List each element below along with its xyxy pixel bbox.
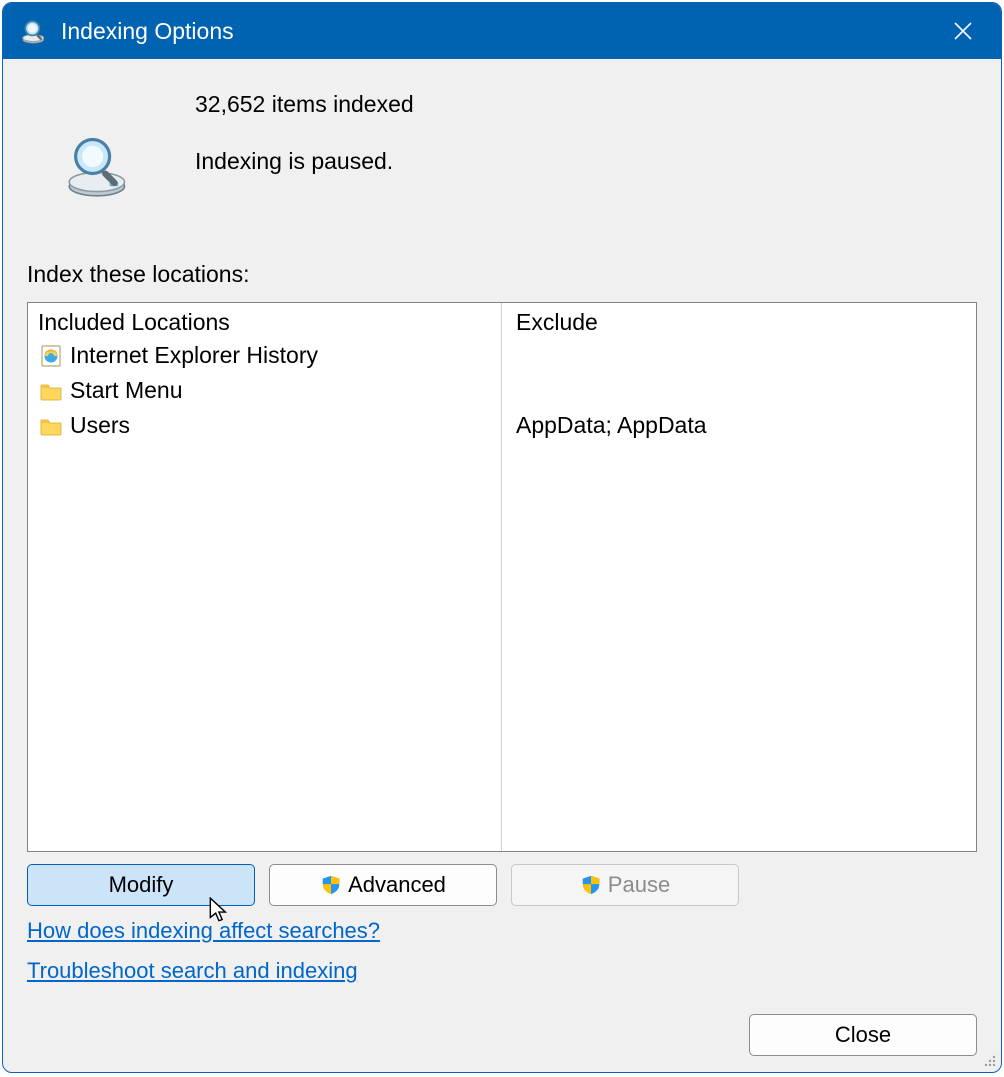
close-button[interactable]: Close <box>749 1014 977 1056</box>
list-item[interactable]: Start Menu <box>38 373 491 408</box>
list-item[interactable]: Users <box>38 408 491 443</box>
button-label: Close <box>835 1022 891 1048</box>
help-links: How does indexing affect searches? Troub… <box>27 918 977 998</box>
included-column: Included Locations Internet Explorer His… <box>28 303 502 851</box>
ie-history-icon <box>38 343 64 369</box>
advanced-button[interactable]: Advanced <box>269 864 497 906</box>
dialog-content: 32,652 items indexed Indexing is paused.… <box>3 59 1001 1014</box>
indexing-app-icon <box>21 17 49 45</box>
pause-button: Pause <box>511 864 739 906</box>
folder-icon <box>38 378 64 404</box>
dialog-footer: Close <box>3 1014 1001 1072</box>
indexing-status-icon <box>59 125 139 205</box>
how-indexing-affects-link[interactable]: How does indexing affect searches? <box>27 918 380 944</box>
shield-icon <box>320 874 342 896</box>
list-item-label: Internet Explorer History <box>70 342 318 369</box>
folder-icon <box>38 413 64 439</box>
close-icon[interactable] <box>939 11 987 51</box>
included-locations-header: Included Locations <box>38 309 491 336</box>
list-item-label: Start Menu <box>70 377 183 404</box>
indexing-options-window: Indexing Options 32,652 items in <box>2 2 1002 1073</box>
shield-icon <box>580 874 602 896</box>
indexing-state-label: Indexing is paused. <box>195 148 414 175</box>
locations-listbox[interactable]: Included Locations Internet Explorer His… <box>27 302 977 852</box>
status-text: 32,652 items indexed Indexing is paused. <box>139 83 414 175</box>
titlebar: Indexing Options <box>3 3 1001 59</box>
items-indexed-label: 32,652 items indexed <box>195 91 414 118</box>
button-label: Advanced <box>348 872 446 898</box>
action-button-row: Modify Advanced <box>27 864 977 906</box>
button-label: Modify <box>109 872 174 898</box>
index-locations-label: Index these locations: <box>27 261 977 288</box>
troubleshoot-link[interactable]: Troubleshoot search and indexing <box>27 958 358 984</box>
exclude-value: AppData; AppData <box>516 408 966 443</box>
list-item[interactable]: Internet Explorer History <box>38 338 491 373</box>
status-area: 32,652 items indexed Indexing is paused. <box>27 83 977 205</box>
exclude-header: Exclude <box>516 309 966 336</box>
exclude-column: Exclude AppData; AppData <box>502 303 976 851</box>
window-title: Indexing Options <box>61 18 939 45</box>
list-item-label: Users <box>70 412 130 439</box>
button-label: Pause <box>608 872 670 898</box>
resize-grip-icon[interactable] <box>981 1052 997 1068</box>
modify-button[interactable]: Modify <box>27 864 255 906</box>
